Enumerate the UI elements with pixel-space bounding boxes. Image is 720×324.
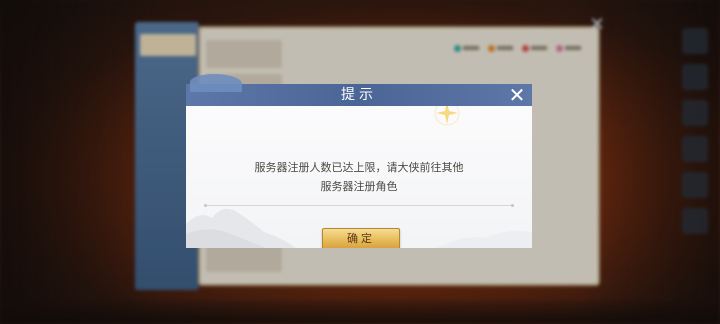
notice-dialog: 提示 ✕ 服务器注册人数已达上限，请大侠前往其他 服务器注册角色 确定 (186, 74, 532, 248)
dialog-body: 服务器注册人数已达上限，请大侠前往其他 服务器注册角色 确定 (186, 106, 532, 248)
dialog-header: 提示 ✕ (186, 74, 532, 106)
message-line-1: 服务器注册人数已达上限，请大侠前往其他 (254, 161, 464, 174)
dialog-message: 服务器注册人数已达上限，请大侠前往其他 服务器注册角色 (186, 158, 532, 196)
dialog-title: 提示 (341, 87, 377, 103)
close-icon[interactable]: ✕ (508, 85, 526, 105)
confirm-button[interactable]: 确定 (322, 228, 400, 248)
sparkle-icon (434, 106, 460, 126)
message-line-2: 服务器注册角色 (320, 180, 398, 193)
dialog-divider (204, 204, 514, 207)
